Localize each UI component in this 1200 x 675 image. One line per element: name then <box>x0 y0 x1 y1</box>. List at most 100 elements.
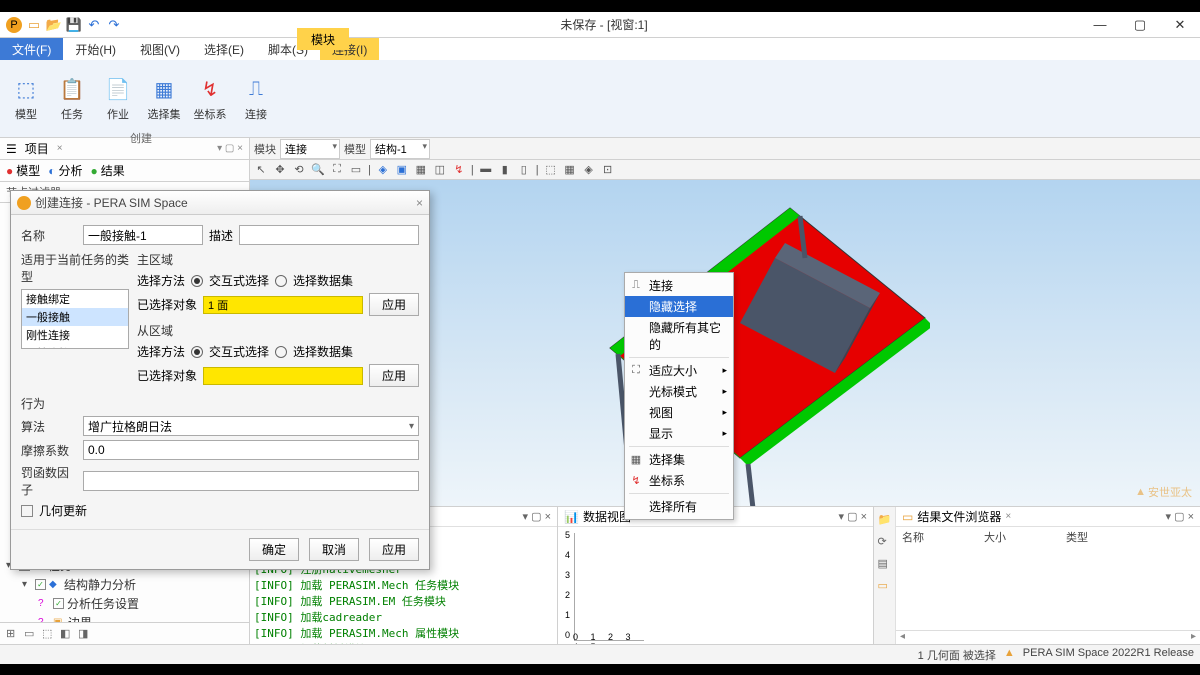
vt-cursor-icon[interactable]: ↖ <box>254 163 268 177</box>
menu-start[interactable]: 开始(H) <box>63 38 128 60</box>
ctx-light[interactable]: 光标模式 <box>625 381 733 402</box>
ribbon-connect-button[interactable]: ⎍ 连接 <box>236 76 276 122</box>
panel-menu-icon[interactable]: ▾ ▢ × <box>217 143 243 154</box>
menu-view[interactable]: 视图(V) <box>128 38 192 60</box>
vt-sel4-icon[interactable]: ⊡ <box>601 163 615 177</box>
dialog-close-icon[interactable]: × <box>416 196 423 210</box>
ribbon-task-button[interactable]: 📋 任务 <box>52 76 92 122</box>
rb-icon-3[interactable]: ▤ <box>878 557 892 571</box>
ctx-connect[interactable]: ⎍连接 <box>625 275 733 296</box>
vt-sel2-icon[interactable]: ▦ <box>563 163 577 177</box>
name-input[interactable] <box>83 225 203 245</box>
selset-icon: ▦ <box>150 76 178 104</box>
maximize-button[interactable]: ▢ <box>1120 12 1160 38</box>
vt-front-icon[interactable]: ▣ <box>395 163 409 177</box>
ctx-view[interactable]: 视图 <box>625 402 733 423</box>
ctx-select-all[interactable]: 选择所有 <box>625 496 733 517</box>
module-combo[interactable]: 连接 <box>280 139 340 159</box>
ctx-coord-icon: ↯ <box>629 474 643 487</box>
vt-wire-icon[interactable]: ▬ <box>479 163 493 177</box>
vt-iso-icon[interactable]: ◈ <box>376 163 390 177</box>
status-brand: PERA SIM Space 2022R1 Release <box>1023 647 1194 663</box>
ctx-hide-selection[interactable]: 隐藏选择 <box>625 296 733 317</box>
ribbon-coord-button[interactable]: ↯ 坐标系 <box>190 76 230 122</box>
sub-apply-button[interactable]: 应用 <box>369 364 419 387</box>
rb-icon-4[interactable]: ▭ <box>878 579 892 593</box>
apply-button[interactable]: 应用 <box>369 538 419 561</box>
vt-axis-icon[interactable]: ↯ <box>452 163 466 177</box>
vt-rotate-icon[interactable]: ⟲ <box>292 163 306 177</box>
main-radio-dataset[interactable] <box>275 275 287 287</box>
module-context-tab[interactable]: 模块 <box>297 28 349 50</box>
app-logo-icon: P <box>6 17 22 33</box>
vt-shade-icon[interactable]: ▮ <box>498 163 512 177</box>
desc-input[interactable] <box>239 225 419 245</box>
ctx-connect-icon: ⎍ <box>629 279 643 292</box>
subtab-model[interactable]: ●模型 <box>6 162 40 179</box>
project-tab[interactable]: 项目 <box>25 140 49 157</box>
status-selection: 1 几何面 被选择 <box>918 647 996 663</box>
close-button[interactable]: ✕ <box>1160 12 1200 38</box>
vt-sel1-icon[interactable]: ⬚ <box>544 163 558 177</box>
ribbon-selset-button[interactable]: ▦ 选择集 <box>144 76 184 122</box>
penalty-input[interactable] <box>83 471 419 491</box>
vt-fit-icon[interactable]: ⛶ <box>330 163 344 177</box>
subtab-result[interactable]: ●结果 <box>91 162 125 179</box>
tf-icon-4[interactable]: ◧ <box>60 627 74 641</box>
watermark: ▲ 安世亚太 <box>1135 484 1192 500</box>
sub-radio-dataset[interactable] <box>275 346 287 358</box>
subtab-analysis[interactable]: ◐分析 <box>48 162 82 179</box>
ribbon-job-button[interactable]: 📄 作业 <box>98 76 138 122</box>
menu-select[interactable]: 选择(E) <box>192 38 256 60</box>
vt-box-icon[interactable]: ▭ <box>349 163 363 177</box>
redo-icon[interactable]: ↷ <box>106 17 122 33</box>
ctx-hide-others[interactable]: 隐藏所有其它的 <box>625 317 733 355</box>
task-icon: 📋 <box>58 76 86 104</box>
ctx-coord[interactable]: ↯坐标系 <box>625 470 733 491</box>
tf-icon-1[interactable]: ⊞ <box>6 627 20 641</box>
main-radio-interactive[interactable] <box>191 275 203 287</box>
vt-pan-icon[interactable]: ✥ <box>273 163 287 177</box>
ctx-selset[interactable]: ▦选择集 <box>625 449 733 470</box>
data-view-panel: 📊数据视图×▾ ▢ × 5 4 3 2 1 0 0 1 2 3 4 5 <box>558 507 874 644</box>
model-combo[interactable]: 结构-1 <box>370 139 430 159</box>
tf-icon-3[interactable]: ⬚ <box>42 627 56 641</box>
vt-sel3-icon[interactable]: ◈ <box>582 163 596 177</box>
vt-side-icon[interactable]: ◫ <box>433 163 447 177</box>
sub-radio-interactive[interactable] <box>191 346 203 358</box>
cancel-button[interactable]: 取消 <box>309 538 359 561</box>
algo-combo[interactable]: 增广拉格朗日法 <box>83 416 419 436</box>
dv-panel-controls[interactable]: ▾ ▢ × <box>839 510 867 523</box>
undo-icon[interactable]: ↶ <box>86 17 102 33</box>
friction-input[interactable] <box>83 440 419 460</box>
main-selected-field[interactable]: 1 面 <box>203 296 363 314</box>
dialog-titlebar[interactable]: 创建连接 - PERA SIM Space × <box>11 191 429 215</box>
ok-button[interactable]: 确定 <box>249 538 299 561</box>
geom-update-checkbox[interactable] <box>21 505 33 517</box>
create-connection-dialog: 创建连接 - PERA SIM Space × 名称 描述 适用于当前任务的类型… <box>10 190 430 570</box>
context-menu: ⎍连接 隐藏选择 隐藏所有其它的 ⛶适应大小 光标模式 视图 显示 ▦选择集 ↯… <box>624 272 734 520</box>
minimize-button[interactable]: — <box>1080 12 1120 38</box>
coord-icon: ↯ <box>196 76 224 104</box>
main-apply-button[interactable]: 应用 <box>369 293 419 316</box>
ctx-display[interactable]: 显示 <box>625 423 733 444</box>
vt-top-icon[interactable]: ▦ <box>414 163 428 177</box>
tf-icon-5[interactable]: ◨ <box>78 627 92 641</box>
sub-selected-field[interactable] <box>203 367 363 385</box>
titlebar: P ▭ 📂 💾 ↶ ↷ 未保存 - [视窗:1] — ▢ ✕ <box>0 12 1200 38</box>
ribbon-model-button[interactable]: ⬚ 模型 <box>6 76 46 122</box>
vt-zoom-icon[interactable]: 🔍 <box>311 163 325 177</box>
open-icon[interactable]: 📂 <box>46 17 62 33</box>
rb-panel-controls[interactable]: ▾ ▢ × <box>1166 510 1194 523</box>
ctx-fit[interactable]: ⛶适应大小 <box>625 360 733 381</box>
tf-icon-2[interactable]: ▭ <box>24 627 38 641</box>
menu-file[interactable]: 文件(F) <box>0 38 63 60</box>
rb-icon-1[interactable]: 📁 <box>878 513 892 527</box>
project-tab-close-icon[interactable]: × <box>57 143 63 154</box>
log-panel-controls[interactable]: ▾ ▢ × <box>523 510 551 523</box>
save-icon[interactable]: 💾 <box>66 17 82 33</box>
type-listbox[interactable]: 接触绑定 一般接触 刚性连接 柔性连接 <box>21 289 129 349</box>
vt-hidden-icon[interactable]: ▯ <box>517 163 531 177</box>
rb-icon-2[interactable]: ⟳ <box>878 535 892 549</box>
new-icon[interactable]: ▭ <box>26 17 42 33</box>
